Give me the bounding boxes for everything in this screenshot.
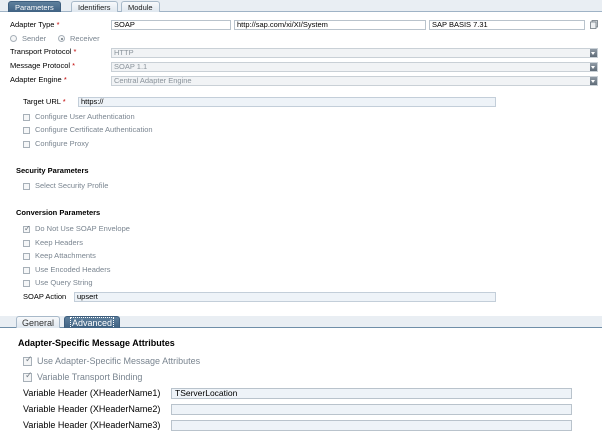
- configure-proxy-checkbox[interactable]: [23, 141, 30, 148]
- chevron-down-icon: [590, 77, 597, 85]
- receiver-radio[interactable]: [58, 35, 65, 42]
- copy-icon[interactable]: [590, 20, 598, 29]
- message-protocol-label: Message Protocol *: [10, 61, 76, 70]
- sender-label: Sender: [22, 34, 47, 43]
- security-parameters-title: Security Parameters: [16, 166, 89, 175]
- keep-headers-label: Keep Headers: [35, 238, 83, 247]
- keep-headers-checkbox[interactable]: [23, 240, 30, 247]
- sender-radio[interactable]: [10, 35, 17, 42]
- variable-header-2-label: Variable Header (XHeaderName2): [23, 404, 161, 414]
- select-security-profile-checkbox[interactable]: [23, 183, 30, 190]
- receiver-label: Receiver: [70, 34, 100, 43]
- asma-title: Adapter-Specific Message Attributes: [18, 338, 175, 348]
- variable-header-1-label: Variable Header (XHeaderName1): [23, 388, 161, 398]
- use-encoded-headers-checkbox[interactable]: [23, 267, 30, 274]
- adapter-engine-select[interactable]: Central Adapter Engine: [111, 76, 598, 86]
- variable-transport-binding-checkbox[interactable]: [23, 371, 33, 382]
- transport-protocol-select[interactable]: HTTP: [111, 48, 598, 58]
- tab-general[interactable]: General: [16, 316, 61, 328]
- tab-identifiers[interactable]: Identifiers: [71, 1, 118, 12]
- chevron-down-icon: [590, 49, 597, 57]
- message-protocol-select[interactable]: SOAP 1.1: [111, 62, 598, 72]
- target-url-label: Target URL *: [23, 97, 66, 106]
- select-security-profile-label: Select Security Profile: [35, 181, 109, 190]
- keep-attachments-label: Keep Attachments: [35, 251, 96, 260]
- use-asma-label: Use Adapter-Specific Message Attributes: [37, 356, 201, 366]
- target-url-input[interactable]: https://: [78, 97, 496, 107]
- use-query-string-checkbox[interactable]: [23, 280, 30, 287]
- adapter-type-label: Adapter Type *: [10, 20, 60, 29]
- transport-protocol-label: Transport Protocol *: [10, 47, 77, 56]
- chevron-down-icon: [590, 63, 597, 71]
- variable-header-3-label: Variable Header (XHeaderName3): [23, 420, 161, 430]
- use-asma-checkbox[interactable]: [23, 355, 33, 366]
- use-encoded-headers-label: Use Encoded Headers: [35, 265, 111, 274]
- adapter-engine-label: Adapter Engine *: [10, 75, 67, 84]
- variable-header-2-input[interactable]: [171, 404, 572, 415]
- configure-cert-auth-checkbox[interactable]: [23, 127, 30, 134]
- adapter-type-field[interactable]: SOAP: [111, 20, 231, 30]
- configure-cert-auth-label: Configure Certificate Authentication: [35, 125, 153, 134]
- configure-user-auth-label: Configure User Authentication: [35, 112, 135, 121]
- tab-advanced[interactable]: Advanced: [64, 316, 121, 329]
- soap-action-input[interactable]: upsert: [74, 292, 496, 302]
- no-soap-envelope-label: Do Not Use SOAP Envelope: [35, 224, 130, 233]
- keep-attachments-checkbox[interactable]: [23, 253, 30, 260]
- adapter-namespace-field[interactable]: http://sap.com/xi/XI/System: [234, 20, 426, 30]
- no-soap-envelope-checkbox[interactable]: [23, 224, 31, 233]
- conversion-parameters-title: Conversion Parameters: [16, 208, 101, 217]
- use-query-string-label: Use Query String: [35, 278, 93, 287]
- configure-user-auth-checkbox[interactable]: [23, 114, 30, 121]
- software-component-field[interactable]: SAP BASIS 7.31: [429, 20, 585, 30]
- variable-header-3-input[interactable]: [171, 420, 572, 431]
- tab-module[interactable]: Module: [121, 1, 160, 12]
- variable-header-1-input[interactable]: TServerLocation: [171, 388, 572, 399]
- tab-parameters[interactable]: Parameters: [8, 1, 61, 12]
- configure-proxy-label: Configure Proxy: [35, 139, 89, 148]
- soap-action-label: SOAP Action: [23, 292, 67, 301]
- variable-transport-binding-label: Variable Transport Binding: [37, 372, 143, 382]
